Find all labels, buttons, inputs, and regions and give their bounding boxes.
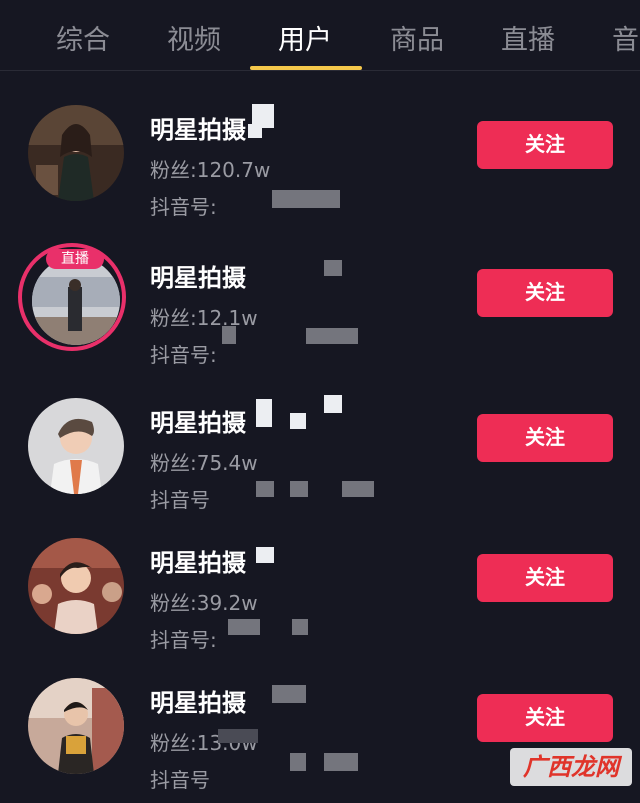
- tab-products[interactable]: 商品: [390, 18, 444, 57]
- avatar-photo: [28, 398, 124, 494]
- user-result-row[interactable]: 明星拍摄 粉丝:39.2w 抖音号: 关注: [0, 523, 640, 663]
- user-name[interactable]: 明星拍摄: [150, 258, 246, 293]
- privacy-mosaic: [272, 190, 340, 208]
- user-name[interactable]: 明星拍摄: [150, 403, 246, 438]
- user-name[interactable]: 明星拍摄: [150, 543, 246, 578]
- follow-button[interactable]: 关注: [477, 694, 613, 742]
- privacy-mosaic: [290, 481, 308, 497]
- privacy-mosaic: [290, 753, 306, 771]
- avatar-photo: [28, 105, 124, 201]
- user-name[interactable]: 明星拍摄: [150, 110, 246, 145]
- tab-comprehensive[interactable]: 综合: [56, 18, 110, 57]
- tab-users[interactable]: 用户: [278, 18, 332, 57]
- privacy-mosaic: [222, 326, 236, 344]
- user-result-row[interactable]: 直播 明星拍摄 粉丝:12.1w 抖音号: 关注: [0, 238, 640, 378]
- privacy-mosaic: [306, 328, 358, 344]
- tab-live[interactable]: 直播: [501, 18, 555, 57]
- privacy-mosaic: [272, 685, 306, 703]
- douyin-id: 抖音号: [150, 488, 210, 512]
- follow-button[interactable]: 关注: [477, 554, 613, 602]
- privacy-mosaic: [256, 481, 274, 497]
- user-avatar[interactable]: [28, 105, 124, 201]
- follow-button[interactable]: 关注: [477, 414, 613, 462]
- privacy-mosaic: [324, 260, 342, 276]
- follower-count: 粉丝:120.7w: [150, 158, 271, 182]
- user-result-row[interactable]: 明星拍摄 粉丝:75.4w 抖音号 关注: [0, 383, 640, 523]
- privacy-mosaic: [324, 395, 342, 413]
- search-result-tabs: 综合 视频 用户 商品 直播 音: [0, 0, 640, 71]
- privacy-mosaic: [218, 729, 258, 743]
- privacy-mosaic: [292, 619, 308, 635]
- active-tab-indicator: [250, 66, 362, 70]
- avatar-photo: [28, 678, 124, 774]
- privacy-mosaic: [228, 619, 260, 635]
- user-avatar[interactable]: [28, 398, 124, 494]
- douyin-id: 抖音号: [150, 768, 210, 792]
- live-badge: 直播: [46, 249, 104, 269]
- user-result-row[interactable]: 明星拍摄 粉丝:120.7w 抖音号: 关注: [0, 90, 640, 230]
- user-avatar[interactable]: [28, 678, 124, 774]
- privacy-mosaic: [290, 413, 306, 429]
- follower-count: 粉丝:75.4w: [150, 451, 258, 475]
- user-name[interactable]: 明星拍摄: [150, 683, 246, 718]
- douyin-id: 抖音号:: [150, 343, 217, 367]
- privacy-mosaic: [248, 124, 262, 138]
- privacy-mosaic: [324, 753, 358, 771]
- privacy-mosaic: [256, 547, 274, 563]
- tab-videos[interactable]: 视频: [167, 18, 221, 57]
- follower-count: 粉丝:39.2w: [150, 591, 258, 615]
- follow-button[interactable]: 关注: [477, 269, 613, 317]
- tab-music[interactable]: 音: [612, 18, 639, 57]
- user-avatar[interactable]: [32, 257, 120, 345]
- follow-button[interactable]: 关注: [477, 121, 613, 169]
- douyin-id: 抖音号:: [150, 628, 217, 652]
- avatar-photo: [32, 257, 120, 345]
- douyin-id: 抖音号:: [150, 195, 217, 219]
- privacy-mosaic: [342, 481, 374, 497]
- privacy-mosaic: [256, 399, 272, 427]
- follower-count: 粉丝:12.1w: [150, 306, 258, 330]
- avatar-photo: [28, 538, 124, 634]
- site-watermark: 广西龙网: [510, 748, 632, 786]
- user-avatar[interactable]: [28, 538, 124, 634]
